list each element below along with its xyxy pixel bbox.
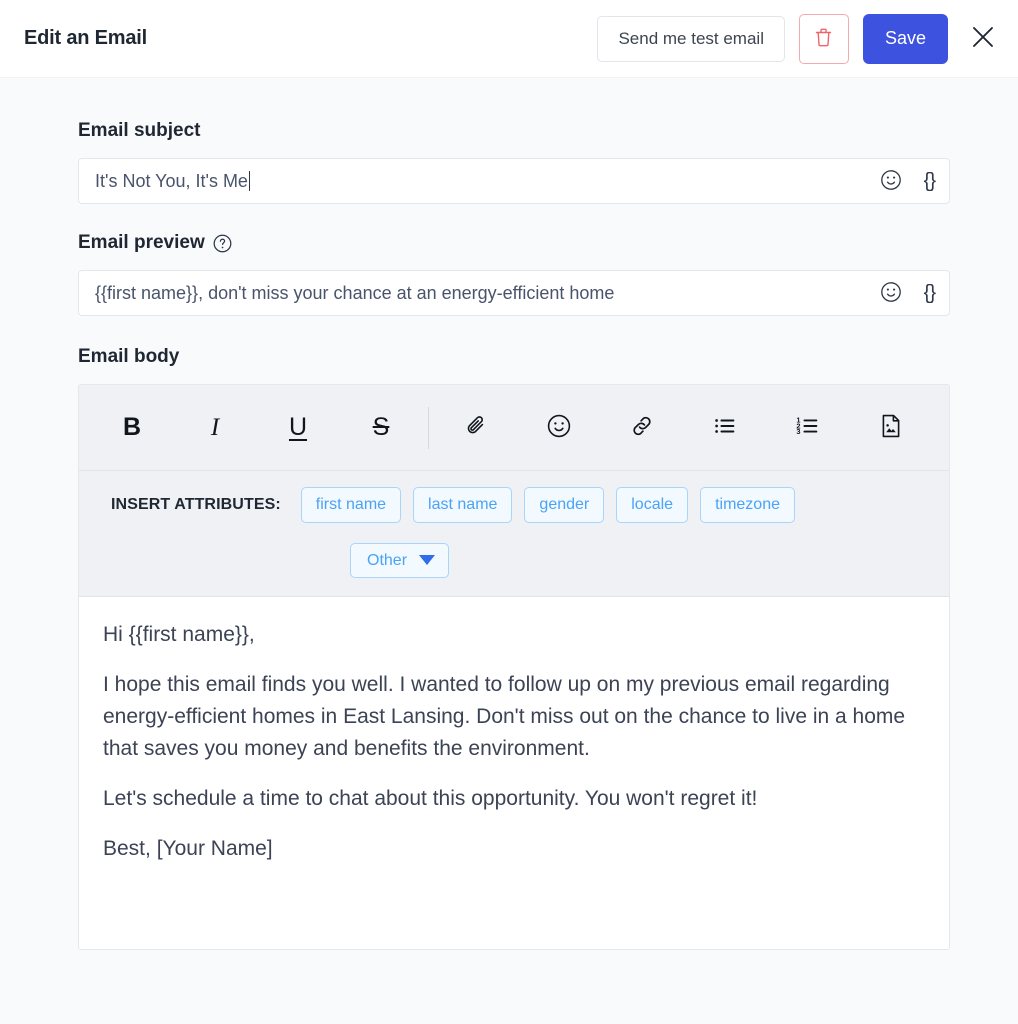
caret-down-icon — [419, 555, 436, 566]
email-subject-value[interactable]: It's Not You, It's Me — [95, 170, 866, 192]
close-icon — [970, 24, 996, 53]
email-body-paragraph: Hi {{first name}}, — [103, 623, 255, 647]
email-body-paragraph: Best, [Your Name] — [103, 836, 273, 860]
send-test-email-button[interactable]: Send me test email — [597, 15, 785, 62]
toolbar-divider — [428, 406, 429, 449]
numbered-list-button[interactable]: 1 2 3 — [785, 405, 831, 451]
italic-icon: I — [210, 414, 220, 441]
strikethrough-button[interactable]: S — [358, 405, 404, 451]
email-body-label-text: Email body — [78, 346, 180, 367]
italic-button[interactable]: I — [192, 405, 238, 451]
attribute-chip-timezone[interactable]: timezone — [700, 487, 795, 523]
form-content: Email subject It's Not You, It's Me {} E… — [0, 78, 1018, 951]
attribute-chip-locale[interactable]: locale — [616, 487, 689, 523]
smiley-icon — [880, 281, 902, 305]
email-body-paragraph: Let's schedule a time to chat about this… — [103, 786, 758, 810]
header-actions: Send me test email Save — [597, 13, 1000, 64]
email-body-textarea[interactable]: Hi {{first name}}, I hope this email fin… — [79, 597, 949, 950]
underline-icon: U — [288, 413, 308, 441]
text-caret — [248, 170, 250, 191]
email-subject-label: Email subject — [78, 120, 950, 142]
insert-link-button[interactable] — [619, 405, 665, 451]
close-button[interactable] — [966, 22, 1000, 56]
attribute-chip-other[interactable]: Other — [350, 542, 450, 579]
question-mark-icon[interactable] — [213, 234, 232, 253]
emoji-picker-button-preview[interactable] — [880, 281, 902, 305]
email-subject-input[interactable]: It's Not You, It's Me {} — [78, 158, 950, 204]
insert-attributes-bar: INSERT ATTRIBUTES: first name last name … — [79, 471, 949, 598]
email-subject-label-text: Email subject — [78, 120, 201, 141]
email-preview-input-icons: {} — [866, 281, 936, 305]
email-body-paragraph: I hope this email finds you well. I want… — [103, 673, 906, 760]
email-preview-input[interactable]: {{first name}}, don't miss your chance a… — [78, 270, 950, 316]
attribute-chip-gender[interactable]: gender — [524, 487, 605, 523]
smiley-icon — [546, 413, 572, 442]
link-icon — [629, 413, 655, 442]
email-body-editor: B I U S 1 2 3 INSERT ATTRIBUTES: first n… — [78, 384, 950, 951]
email-subject-input-icons: {} — [866, 169, 936, 193]
email-preview-value[interactable]: {{first name}}, don't miss your chance a… — [95, 283, 866, 304]
merge-field-button-subject[interactable]: {} — [924, 171, 936, 191]
attribute-chip-other-label: Other — [367, 551, 408, 569]
emoji-picker-button-subject[interactable] — [880, 169, 902, 193]
attach-file-button[interactable] — [453, 405, 499, 451]
page-title: Edit an Email — [24, 27, 147, 49]
numbered-list-icon: 1 2 3 — [795, 413, 821, 442]
email-preview-label: Email preview — [78, 232, 950, 254]
svg-text:3: 3 — [796, 427, 800, 436]
editor-toolbar: B I U S 1 2 3 — [79, 385, 949, 471]
insert-attributes-row: INSERT ATTRIBUTES: first name last name … — [111, 487, 929, 579]
underline-button[interactable]: U — [275, 405, 321, 451]
insert-image-button[interactable] — [868, 405, 914, 451]
attribute-chip-last-name[interactable]: last name — [413, 487, 513, 523]
emoji-button[interactable] — [536, 405, 582, 451]
email-body-label: Email body — [78, 346, 950, 368]
email-subject-text: It's Not You, It's Me — [95, 170, 248, 191]
email-preview-label-text: Email preview — [78, 232, 205, 253]
smiley-icon — [880, 169, 902, 193]
strikethrough-icon: S — [372, 413, 390, 441]
insert-attributes-title: INSERT ATTRIBUTES: — [111, 495, 281, 513]
merge-field-button-preview[interactable]: {} — [924, 283, 936, 303]
bold-button[interactable]: B — [109, 405, 155, 451]
attribute-chip-first-name[interactable]: first name — [300, 487, 402, 523]
delete-button[interactable] — [798, 13, 849, 64]
app-header: Edit an Email Send me test email Save — [0, 0, 1018, 78]
trash-icon — [814, 27, 833, 51]
bold-icon: B — [122, 413, 142, 441]
save-button[interactable]: Save — [862, 13, 948, 64]
paperclip-icon — [463, 413, 489, 442]
bulleted-list-icon — [712, 413, 738, 442]
bulleted-list-button[interactable] — [702, 405, 748, 451]
image-file-icon — [878, 413, 904, 442]
